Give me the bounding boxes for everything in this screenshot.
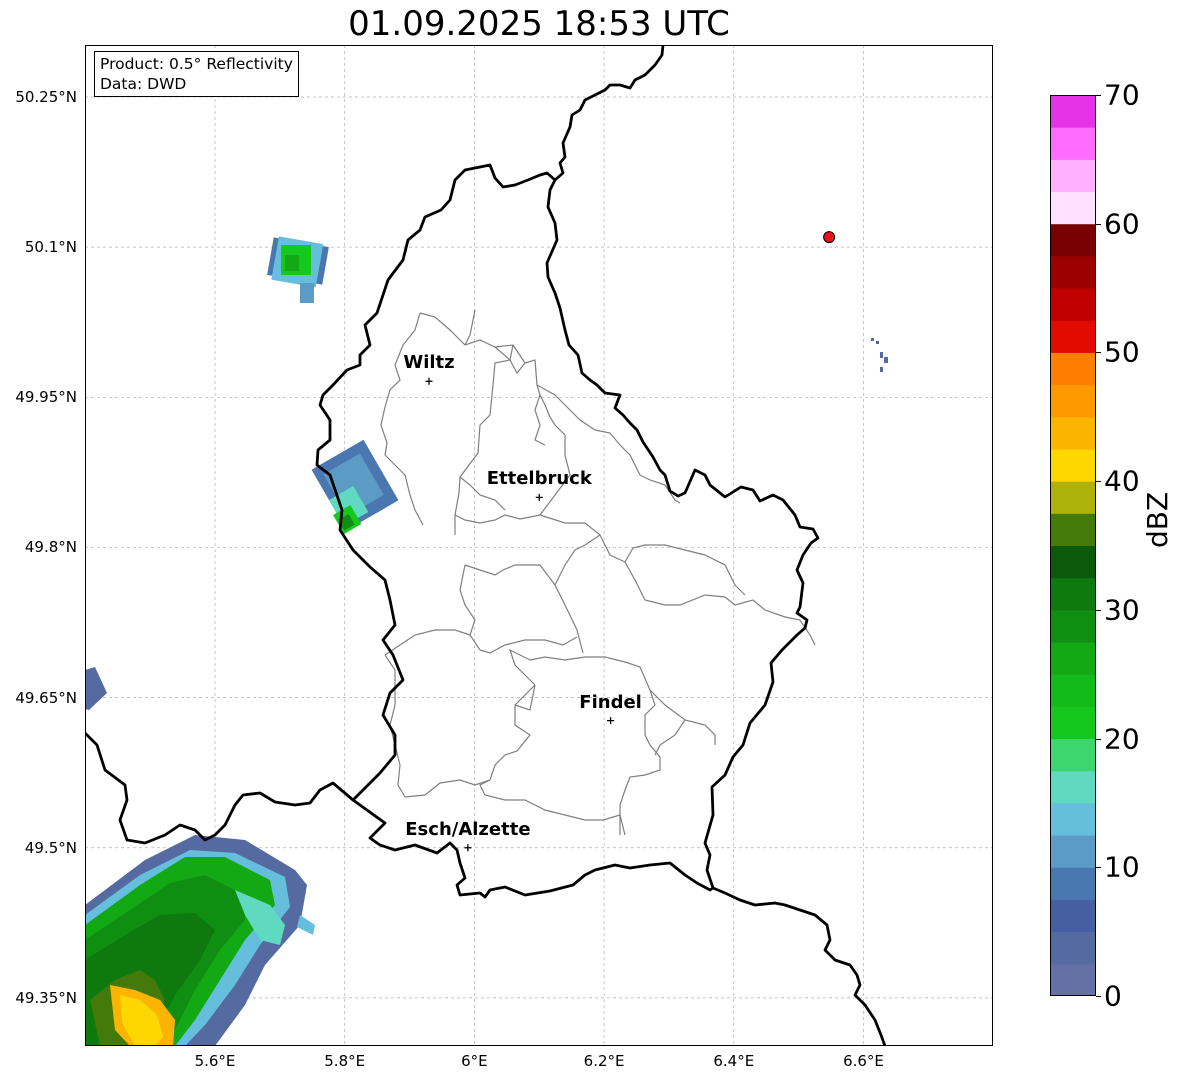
colorbar-tick-label: 20 bbox=[1104, 722, 1140, 756]
colorbar-tick-label: 0 bbox=[1104, 979, 1122, 1013]
product-label: Product: 0.5° Reflectivity bbox=[100, 55, 293, 73]
lat-tick-label: 50.25°N bbox=[15, 88, 77, 106]
city-label: Esch/Alzette bbox=[405, 818, 531, 840]
lon-tick-label: 6.4°E bbox=[713, 1052, 755, 1070]
lon-tick-label: 6°E bbox=[461, 1052, 488, 1070]
colorbar-tick-mark bbox=[1096, 996, 1101, 997]
colorbar-tick-label: 40 bbox=[1104, 464, 1140, 498]
colorbar-tick-mark bbox=[1096, 223, 1101, 225]
lon-tick-label: 6.2°E bbox=[583, 1052, 625, 1070]
city-marker bbox=[607, 717, 615, 725]
colorbar-label: dBZ bbox=[1141, 491, 1174, 548]
colorbar-tick-label: 10 bbox=[1104, 850, 1140, 884]
lat-tick-label: 49.8°N bbox=[24, 538, 77, 557]
colorbar-tick-mark bbox=[1096, 481, 1101, 483]
canton-borders bbox=[380, 309, 816, 836]
colorbar-tick-label: 30 bbox=[1104, 593, 1140, 627]
colorbar-frame bbox=[1050, 95, 1096, 996]
radar-map[interactable] bbox=[85, 45, 993, 1046]
colorbar-tick-mark bbox=[1096, 609, 1101, 611]
lat-tick-label: 49.35°N bbox=[15, 988, 77, 1007]
colorbar-tick-mark bbox=[1096, 352, 1101, 354]
city-label: Findel bbox=[579, 691, 642, 713]
data-source-label: Data: DWD bbox=[100, 75, 187, 93]
lon-tick-label: 5.8°E bbox=[324, 1052, 366, 1070]
lon-tick-label: 5.6°E bbox=[194, 1052, 236, 1070]
city-marker bbox=[535, 493, 543, 501]
colorbar-tick-label: 60 bbox=[1104, 207, 1140, 241]
lat-tick-label: 49.65°N bbox=[15, 688, 77, 707]
lon-tick-label: 6.6°E bbox=[843, 1052, 884, 1070]
colorbar-tick-mark bbox=[1096, 95, 1101, 96]
echo-specks-east bbox=[871, 338, 888, 372]
radar-echoes bbox=[85, 236, 888, 1046]
echo-cell-northwest bbox=[267, 236, 329, 303]
radar-station-marker bbox=[823, 231, 836, 244]
city-label: Ettelbruck bbox=[486, 468, 592, 490]
lat-tick-label: 49.5°N bbox=[24, 838, 77, 857]
colorbar-tick-label: 50 bbox=[1104, 335, 1140, 369]
city-markers bbox=[425, 377, 615, 852]
echo-storm-southwest bbox=[85, 835, 315, 1046]
city-label: Wiltz bbox=[403, 352, 455, 374]
lat-tick-label: 50.1°N bbox=[24, 238, 77, 257]
colorbar-tick-label: 70 bbox=[1104, 78, 1140, 112]
lat-tick-label: 49.95°N bbox=[15, 388, 77, 407]
colorbar-tick-mark bbox=[1096, 738, 1101, 740]
colorbar-tick-mark bbox=[1096, 867, 1101, 869]
city-marker bbox=[464, 844, 472, 852]
product-info-box: Product: 0.5° Reflectivity Data: DWD bbox=[94, 51, 299, 97]
echo-edge-west bbox=[85, 667, 107, 710]
city-marker bbox=[425, 377, 433, 385]
map-title: 01.09.2025 18:53 UTC bbox=[348, 4, 730, 44]
